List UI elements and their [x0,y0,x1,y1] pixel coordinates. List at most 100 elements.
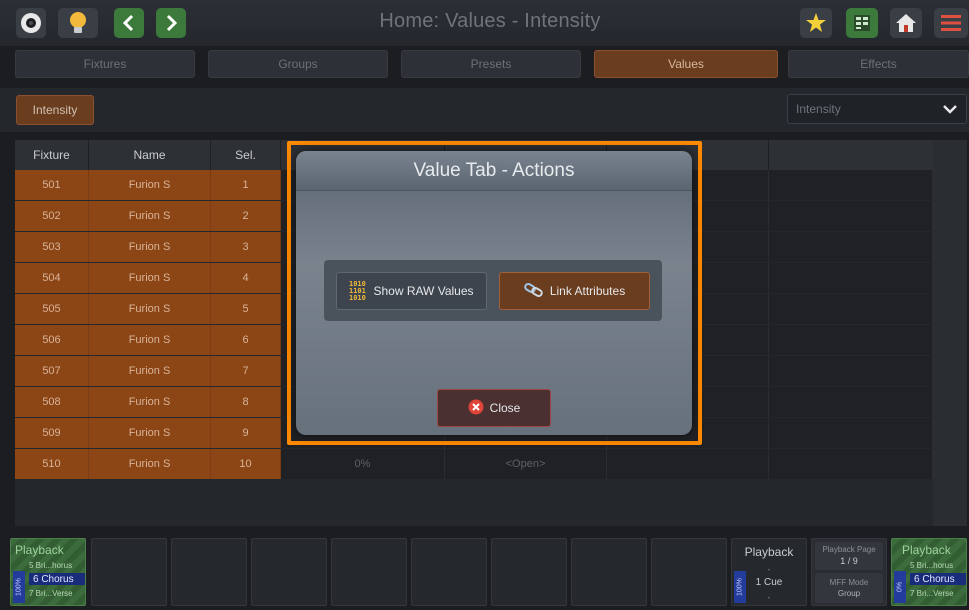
cell-name[interactable]: Furion S [89,449,211,479]
playback-left[interactable]: Playback 5 Bri...horus 6 Chorus 7 Bri...… [10,538,86,606]
empty-playback-slot[interactable] [651,538,727,606]
cell-fixture[interactable]: 508 [15,387,89,417]
grid-view-icon[interactable] [846,8,878,38]
cell-name[interactable]: Furion S [89,325,211,355]
lightbulb-icon[interactable] [58,8,98,38]
link-attributes-button[interactable]: Link Attributes [499,272,650,310]
cell-sel[interactable]: 1 [211,170,281,200]
cell-name[interactable]: Furion S [89,263,211,293]
cell-empty[interactable] [769,232,933,262]
forward-arrow-icon[interactable] [156,8,186,38]
empty-playback-slot[interactable] [251,538,327,606]
empty-playback-slot[interactable] [91,538,167,606]
cell-empty[interactable] [769,294,933,324]
cell-fixture[interactable]: 509 [15,418,89,448]
cell-sel[interactable]: 9 [211,418,281,448]
playback-right-prev: 5 Bri...horus [910,561,954,570]
cell-empty[interactable] [769,325,933,355]
playback-left-prev: 5 Bri...horus [29,561,73,570]
cell-empty[interactable] [769,170,933,200]
cell-sel[interactable]: 7 [211,356,281,386]
cell-sel[interactable]: 5 [211,294,281,324]
close-button[interactable]: Close [437,389,551,427]
mff-mode-value: Group [837,589,861,598]
cell-fixture[interactable]: 506 [15,325,89,355]
tab-groups[interactable]: Groups [208,50,388,78]
cell-fixture[interactable]: 505 [15,294,89,324]
tab-fixtures[interactable]: Fixtures [15,50,195,78]
tab-effects[interactable]: Effects [788,50,969,78]
column-header-fixture[interactable]: Fixture [15,140,89,170]
playback-right-label: Playback [902,543,951,557]
cell-empty[interactable] [769,449,933,479]
cell-fixture[interactable]: 501 [15,170,89,200]
back-arrow-icon[interactable] [114,8,144,38]
cell-name[interactable]: Furion S [89,201,211,231]
cell-value[interactable]: 0% [281,449,445,479]
cell-name[interactable]: Furion S [89,232,211,262]
cell-status[interactable]: <Open> [445,449,607,479]
eye-icon[interactable] [16,8,46,38]
cell-name[interactable]: Furion S [89,387,211,417]
svg-text:1010: 1010 [349,294,366,300]
tab-values[interactable]: Values [594,50,778,78]
cell-name[interactable]: Furion S [89,418,211,448]
cell-name[interactable]: Furion S [89,294,211,324]
dialog-title: Value Tab - Actions [296,151,692,191]
column-header-name[interactable]: Name [89,140,211,170]
column-header-sel[interactable]: Sel. [211,140,281,170]
playback-right-next: 7 Bri...Verse [910,589,954,598]
playback-right[interactable]: Playback 5 Bri...horus 6 Chorus 7 Bri...… [891,538,967,606]
attribute-select-value: Intensity [796,102,841,116]
cell-empty[interactable] [769,263,933,293]
intensity-attribute-button[interactable]: Intensity [16,95,94,125]
playback-left-current: 6 Chorus [29,573,85,585]
cell-fixture[interactable]: 503 [15,232,89,262]
cell-fixture[interactable]: 502 [15,201,89,231]
cell-fixture[interactable]: 510 [15,449,89,479]
cell-empty[interactable] [607,449,769,479]
magic-star-icon[interactable] [800,8,832,38]
cell-empty[interactable] [769,356,933,386]
playback-left-label: Playback [15,543,64,557]
cell-fixture[interactable]: 507 [15,356,89,386]
tab-bar: Fixtures Groups Presets Values Effects [0,50,969,78]
cell-fixture[interactable]: 504 [15,263,89,293]
empty-playback-slot[interactable] [571,538,647,606]
cell-empty[interactable] [769,201,933,231]
cell-sel[interactable]: 4 [211,263,281,293]
empty-playback-slot[interactable] [491,538,567,606]
playback-left-level: 100% [13,571,25,603]
playback-right-current: 6 Chorus [910,573,966,585]
show-raw-values-button[interactable]: 1010 1101 1010 Show RAW Values [336,272,487,310]
column-header-extra-2 [769,140,933,170]
action-panel: 1010 1101 1010 Show RAW Values Link Attr… [324,260,662,321]
value-tab-actions-dialog: Value Tab - Actions 1010 1101 1010 Show … [296,151,692,435]
home-icon[interactable] [890,8,922,38]
cell-sel[interactable]: 10 [211,449,281,479]
playback-center-level: 100% [734,571,746,603]
menu-icon[interactable] [934,8,968,38]
cell-sel[interactable]: 3 [211,232,281,262]
mff-mode-button[interactable]: MFF Mode Group [815,573,883,603]
table-scrollbar[interactable] [933,140,967,526]
table-row[interactable]: 510 Furion S 10 0% <Open> [15,449,933,479]
cell-sel[interactable]: 8 [211,387,281,417]
cell-empty[interactable] [769,418,933,448]
playback-center[interactable]: Playback - 1 Cue - 100% [731,538,807,606]
playback-center-label: Playback [744,545,794,559]
chevron-down-icon [942,102,958,119]
tab-presets[interactable]: Presets [401,50,581,78]
empty-playback-slot[interactable] [171,538,247,606]
cell-sel[interactable]: 2 [211,201,281,231]
cell-name[interactable]: Furion S [89,170,211,200]
cell-sel[interactable]: 6 [211,325,281,355]
playback-page-button[interactable]: Playback Page 1 / 9 [815,542,883,570]
playback-page-value: 1 / 9 [840,556,858,566]
cell-empty[interactable] [769,387,933,417]
cell-name[interactable]: Furion S [89,356,211,386]
mff-mode-label: MFF Mode [829,578,869,587]
attribute-select[interactable]: Intensity [787,94,967,124]
empty-playback-slot[interactable] [411,538,487,606]
empty-playback-slot[interactable] [331,538,407,606]
